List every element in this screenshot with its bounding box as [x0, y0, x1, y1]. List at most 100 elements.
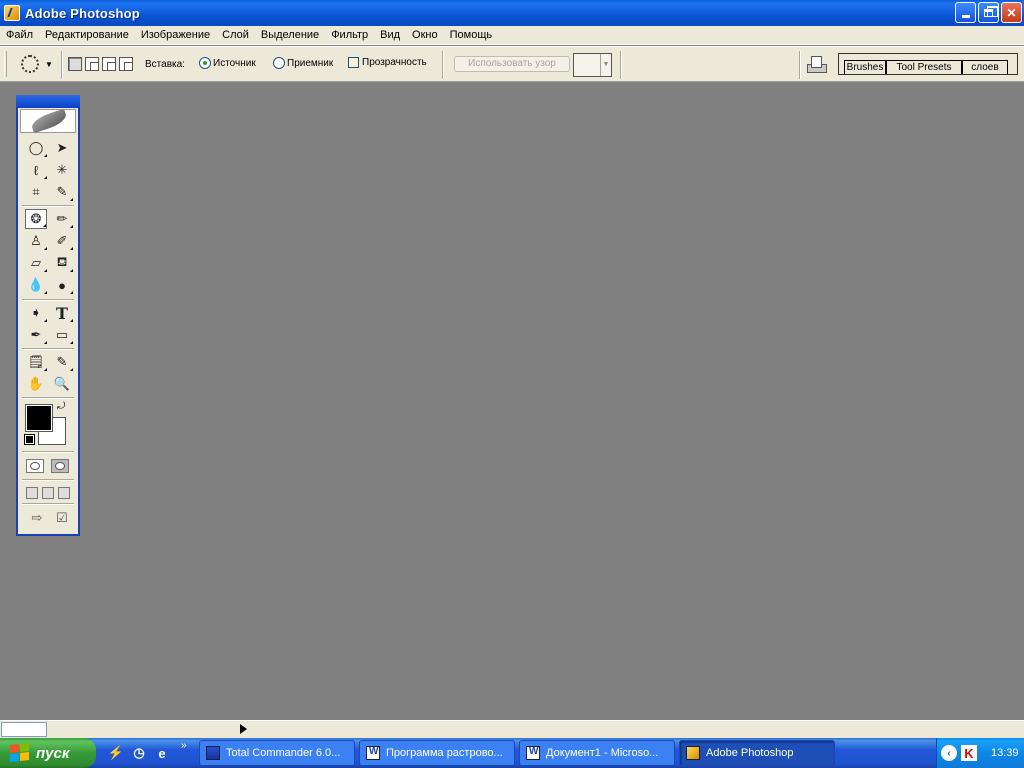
- menu-image[interactable]: Изображение: [135, 26, 216, 45]
- window-title: Adobe Photoshop: [25, 5, 140, 21]
- minimize-button[interactable]: [955, 2, 976, 23]
- clock[interactable]: 13:39: [991, 747, 1019, 759]
- crop-icon: ⌗: [32, 184, 40, 199]
- path-selection-tool[interactable]: ➧: [25, 303, 47, 323]
- start-button[interactable]: пуск: [0, 738, 96, 768]
- adobe-online-button[interactable]: [20, 108, 76, 134]
- brush-icon: ✏: [56, 211, 68, 226]
- menu-filter[interactable]: Фильтр: [325, 26, 374, 45]
- tab-brushes[interactable]: Brushes: [844, 60, 886, 74]
- show-hidden-icons-icon[interactable]: ‹: [941, 745, 957, 761]
- quick-mask-button[interactable]: [51, 459, 69, 473]
- quicklaunch-clock-icon[interactable]: ◷: [130, 744, 148, 762]
- quicklaunch-more-icon[interactable]: »: [181, 740, 187, 751]
- windows-flag-icon: [10, 743, 30, 763]
- eraser-tool[interactable]: ▱: [25, 253, 47, 273]
- new-selection-button[interactable]: [68, 57, 82, 71]
- divider: [620, 51, 622, 79]
- drop-icon: 💧: [27, 277, 45, 292]
- restore-button[interactable]: [978, 2, 999, 23]
- lasso-tool[interactable]: ℓ: [25, 160, 47, 180]
- divider: [799, 51, 801, 79]
- magic-wand-tool[interactable]: ✳: [51, 160, 73, 180]
- options-bar-grip[interactable]: [4, 51, 7, 77]
- pattern-picker[interactable]: ▼: [573, 53, 612, 77]
- rectangle-tool[interactable]: ▭: [51, 325, 73, 345]
- pen-tool[interactable]: ✒: [25, 325, 47, 345]
- marquee-tool[interactable]: ◯: [25, 138, 47, 158]
- patch-icon: ❂: [30, 211, 42, 226]
- circle-icon: [55, 462, 65, 470]
- title-bar[interactable]: Adobe Photoshop ✕: [0, 0, 1024, 26]
- standard-screen-mode-button[interactable]: [26, 487, 38, 499]
- task-word-document[interactable]: Документ1 - Microso...: [519, 740, 675, 766]
- tab-tool-presets[interactable]: Tool Presets: [886, 60, 962, 74]
- dodge-tool[interactable]: ●: [51, 275, 73, 295]
- photoshop-app-icon[interactable]: [4, 5, 20, 21]
- menu-select[interactable]: Выделение: [255, 26, 325, 45]
- clone-stamp-tool[interactable]: ♙: [25, 231, 47, 251]
- menu-file[interactable]: Файл: [0, 26, 39, 45]
- menu-view[interactable]: Вид: [374, 26, 406, 45]
- menu-edit[interactable]: Редактирование: [39, 26, 135, 45]
- menu-bar: Файл Редактирование Изображение Слой Выд…: [0, 26, 1024, 45]
- paint-bucket-tool[interactable]: ⛾: [51, 253, 73, 273]
- menu-window[interactable]: Окно: [406, 26, 444, 45]
- floppy-icon: [206, 746, 220, 760]
- hand-tool[interactable]: ✋: [25, 374, 47, 394]
- destination-radio-label: Приемник: [287, 57, 334, 69]
- patch-tool[interactable]: ❂: [25, 209, 47, 229]
- minimize-icon: [961, 15, 970, 18]
- standard-mode-button[interactable]: [26, 459, 44, 473]
- source-radio[interactable]: Источник: [199, 57, 256, 69]
- brush-tool[interactable]: ✏: [51, 209, 73, 229]
- divider: [22, 348, 74, 350]
- menu-layer[interactable]: Слой: [216, 26, 255, 45]
- close-button[interactable]: ✕: [1001, 2, 1022, 23]
- eyedropper-tool[interactable]: ✎: [51, 352, 73, 372]
- history-brush-tool[interactable]: ✐: [51, 231, 73, 251]
- tab-layers[interactable]: слоев: [962, 60, 1008, 74]
- jump-to-imageready-button[interactable]: ⇨: [26, 509, 48, 527]
- close-icon: ✕: [1006, 5, 1017, 20]
- menu-help[interactable]: Помощь: [444, 26, 499, 45]
- zoom-field[interactable]: [1, 722, 47, 737]
- task-photoshop[interactable]: Adobe Photoshop: [679, 740, 835, 766]
- circle-icon: [30, 462, 40, 470]
- hand-icon: ✋: [27, 376, 45, 391]
- subtract-from-selection-button[interactable]: [102, 57, 116, 71]
- move-tool[interactable]: ➤: [51, 138, 73, 158]
- blur-tool[interactable]: 💧: [25, 275, 47, 295]
- destination-radio[interactable]: Приемник: [273, 57, 333, 69]
- crop-tool[interactable]: ⌗: [25, 182, 47, 202]
- workspace[interactable]: [0, 82, 1024, 720]
- antivirus-icon[interactable]: K: [961, 745, 977, 761]
- restore-icon: [984, 5, 998, 17]
- add-to-selection-button[interactable]: [85, 57, 99, 71]
- use-pattern-button[interactable]: Использовать узор: [454, 56, 570, 72]
- tool-preset-picker[interactable]: ▼: [18, 52, 56, 76]
- file-browser-icon[interactable]: [806, 54, 828, 76]
- doc-shape: [811, 56, 822, 68]
- toolbox-title-bar[interactable]: [16, 95, 80, 108]
- quicklaunch-ie-icon[interactable]: e: [153, 744, 171, 762]
- slice-tool[interactable]: ✎: [51, 182, 73, 202]
- quicklaunch-lightning-icon[interactable]: ⚡: [107, 744, 125, 762]
- status-menu-arrow-icon[interactable]: [240, 724, 247, 734]
- stamp-icon: ♙: [30, 233, 42, 248]
- dodge-icon: ●: [58, 277, 66, 293]
- transparency-checkbox[interactable]: Прозрачность: [348, 57, 427, 68]
- zoom-tool[interactable]: 🔍: [51, 374, 73, 394]
- default-colors-icon[interactable]: [24, 434, 35, 445]
- selection-mode-buttons: [68, 57, 133, 71]
- chevron-down-icon: ▼: [45, 59, 53, 69]
- task-word-program[interactable]: Программа растрово...: [359, 740, 515, 766]
- full-screen-menu-mode-button[interactable]: [42, 487, 54, 499]
- type-tool[interactable]: T: [51, 303, 73, 323]
- intersect-selection-button[interactable]: [119, 57, 133, 71]
- swap-colors-icon[interactable]: ⤾: [57, 401, 65, 412]
- notes-tool[interactable]: 🗒: [25, 352, 47, 372]
- full-screen-mode-button[interactable]: [58, 487, 70, 499]
- foreground-color-swatch[interactable]: [25, 404, 53, 432]
- task-total-commander[interactable]: Total Commander 6.0...: [199, 740, 355, 766]
